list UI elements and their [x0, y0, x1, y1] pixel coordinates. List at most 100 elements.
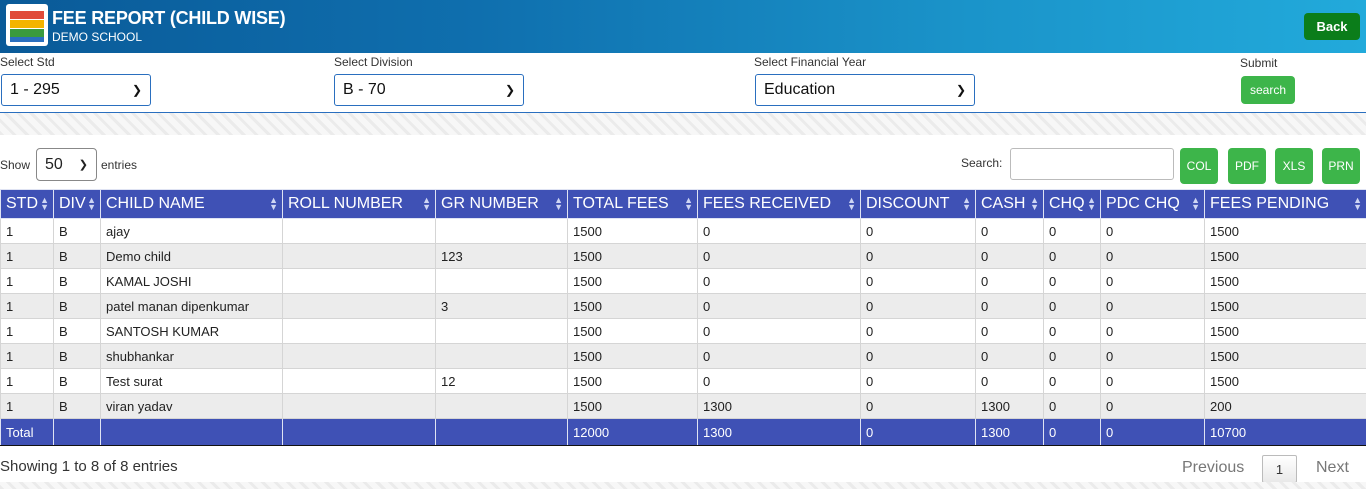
column-header[interactable]: CASH ▲ ▼: [975, 189, 1044, 219]
financial-year-select[interactable]: Education ❯: [755, 74, 975, 106]
total-cell: 12000: [567, 418, 698, 446]
table-cell: 200: [1204, 393, 1366, 419]
sort-icon: ▲ ▼: [40, 195, 49, 212]
table-cell: 1500: [567, 293, 698, 319]
table-cell: viran yadav: [100, 393, 283, 419]
table-header-row: STD ▲ ▼ DIV ▲ ▼ CHILD NAME ▲ ▼ ROLL NUMBER ▲ ▼ GR NU…: [0, 189, 1366, 219]
table-cell: 1500: [1204, 368, 1366, 394]
table-cell: KAMAL JOSHI: [100, 268, 283, 294]
column-header[interactable]: FEES PENDING ▲ ▼: [1204, 189, 1366, 219]
total-cell: 1300: [975, 418, 1044, 446]
table-cell: 12: [435, 368, 568, 394]
entries-select-value: 50: [45, 155, 63, 173]
total-cell: [100, 418, 283, 446]
previous-page-button[interactable]: Previous: [1182, 459, 1244, 477]
col-export-button[interactable]: COL: [1180, 148, 1218, 184]
column-header-label: DIV: [59, 195, 86, 212]
table-cell: 0: [975, 343, 1044, 369]
table-cell: 1500: [567, 368, 698, 394]
sort-icon: ▲ ▼: [1030, 195, 1039, 212]
sort-icon: ▲ ▼: [269, 195, 278, 212]
table-cell: 0: [860, 368, 976, 394]
table-cell: 0: [975, 293, 1044, 319]
table-cell: 0: [860, 243, 976, 269]
table-cell: 1500: [1204, 293, 1366, 319]
chevron-down-icon: ❯: [504, 83, 515, 97]
xls-export-button[interactable]: XLS: [1275, 148, 1313, 184]
show-label: Show: [0, 158, 31, 172]
back-button[interactable]: Back: [1304, 13, 1360, 40]
financial-year-label: Select Financial Year: [754, 55, 867, 69]
division-select[interactable]: B - 70 ❯: [334, 74, 524, 106]
table-cell: 1: [0, 318, 54, 344]
division-label: Select Division: [334, 55, 413, 69]
table-cell: 0: [860, 293, 976, 319]
table-cell: 1500: [567, 243, 698, 269]
submit-label: Submit: [1240, 56, 1278, 70]
school-logo-icon: [6, 4, 48, 46]
page-title: FEE REPORT (CHILD WISE): [52, 8, 286, 28]
column-header[interactable]: DISCOUNT ▲ ▼: [860, 189, 976, 219]
decorative-pattern: [0, 482, 1366, 489]
column-header-label: ROLL NUMBER: [288, 195, 403, 212]
table-row: 1 Bpatel manan dipenkumar 3 1500 0 0 0 0 0 1500: [0, 293, 1366, 319]
table-cell: ajay: [100, 218, 283, 244]
table-row: 1 B SANTOSH KUMAR 1500 0 0 0 0 0 1500: [0, 318, 1366, 344]
column-header[interactable]: FEES RECEIVED ▲ ▼: [697, 189, 861, 219]
total-cell: [435, 418, 568, 446]
page-1-button[interactable]: 1: [1262, 455, 1297, 483]
table-cell: [435, 318, 568, 344]
column-header[interactable]: ROLL NUMBER ▲ ▼: [282, 189, 436, 219]
search-button[interactable]: search: [1241, 76, 1295, 104]
table-cell: 1500: [1204, 318, 1366, 344]
next-page-button[interactable]: Next: [1316, 459, 1349, 477]
sort-icon: ▲ ▼: [1353, 195, 1362, 212]
table-cell: 0: [1043, 343, 1101, 369]
table-cell: [282, 343, 436, 369]
column-header[interactable]: GR NUMBER ▲ ▼: [435, 189, 568, 219]
total-cell: Total: [0, 418, 54, 446]
column-header[interactable]: TOTAL FEES ▲ ▼: [567, 189, 698, 219]
table-cell: [282, 393, 436, 419]
column-header[interactable]: STD ▲ ▼: [0, 189, 54, 219]
table-cell: 3: [435, 293, 568, 319]
table-cell: 1: [0, 368, 54, 394]
table-cell: B: [53, 393, 101, 419]
entries-select[interactable]: 50 ❯: [36, 148, 97, 181]
sort-icon: ▲ ▼: [422, 195, 431, 212]
table-bottom-border: [0, 445, 1366, 446]
table-cell: 1: [0, 243, 54, 269]
table-cell: Demo child: [100, 243, 283, 269]
table-cell: [435, 218, 568, 244]
pdf-export-button[interactable]: PDF: [1228, 148, 1266, 184]
table-cell: [282, 368, 436, 394]
division-select-value: B - 70: [343, 81, 386, 98]
total-cell: 0: [860, 418, 976, 446]
table-cell: 0: [1043, 368, 1101, 394]
table-cell: 0: [860, 343, 976, 369]
school-name: DEMO SCHOOL: [52, 30, 143, 44]
table-cell: 0: [1043, 268, 1101, 294]
std-select[interactable]: 1 - 295 ❯: [1, 74, 151, 106]
table-cell: 0: [975, 243, 1044, 269]
prn-export-button[interactable]: PRN: [1322, 148, 1360, 184]
table-cell: 0: [1043, 393, 1101, 419]
column-header-label: DISCOUNT: [866, 195, 950, 212]
table-cell: 0: [1100, 343, 1205, 369]
table-search-input[interactable]: [1010, 148, 1174, 180]
table-cell: 1500: [567, 218, 698, 244]
table-cell: [435, 268, 568, 294]
column-header[interactable]: PDC CHQ ▲ ▼: [1100, 189, 1205, 219]
column-header[interactable]: DIV ▲ ▼: [53, 189, 101, 219]
total-cell: 0: [1043, 418, 1101, 446]
table-cell: 0: [975, 218, 1044, 244]
column-header[interactable]: CHQ ▲ ▼: [1043, 189, 1101, 219]
table-cell: B: [53, 293, 101, 319]
table-cell: [435, 393, 568, 419]
table-cell: shubhankar: [100, 343, 283, 369]
table-cell: 0: [697, 243, 861, 269]
column-header[interactable]: CHILD NAME ▲ ▼: [100, 189, 283, 219]
sort-icon: ▲ ▼: [684, 195, 693, 212]
table-cell: 1500: [567, 268, 698, 294]
table-cell: 0: [975, 268, 1044, 294]
